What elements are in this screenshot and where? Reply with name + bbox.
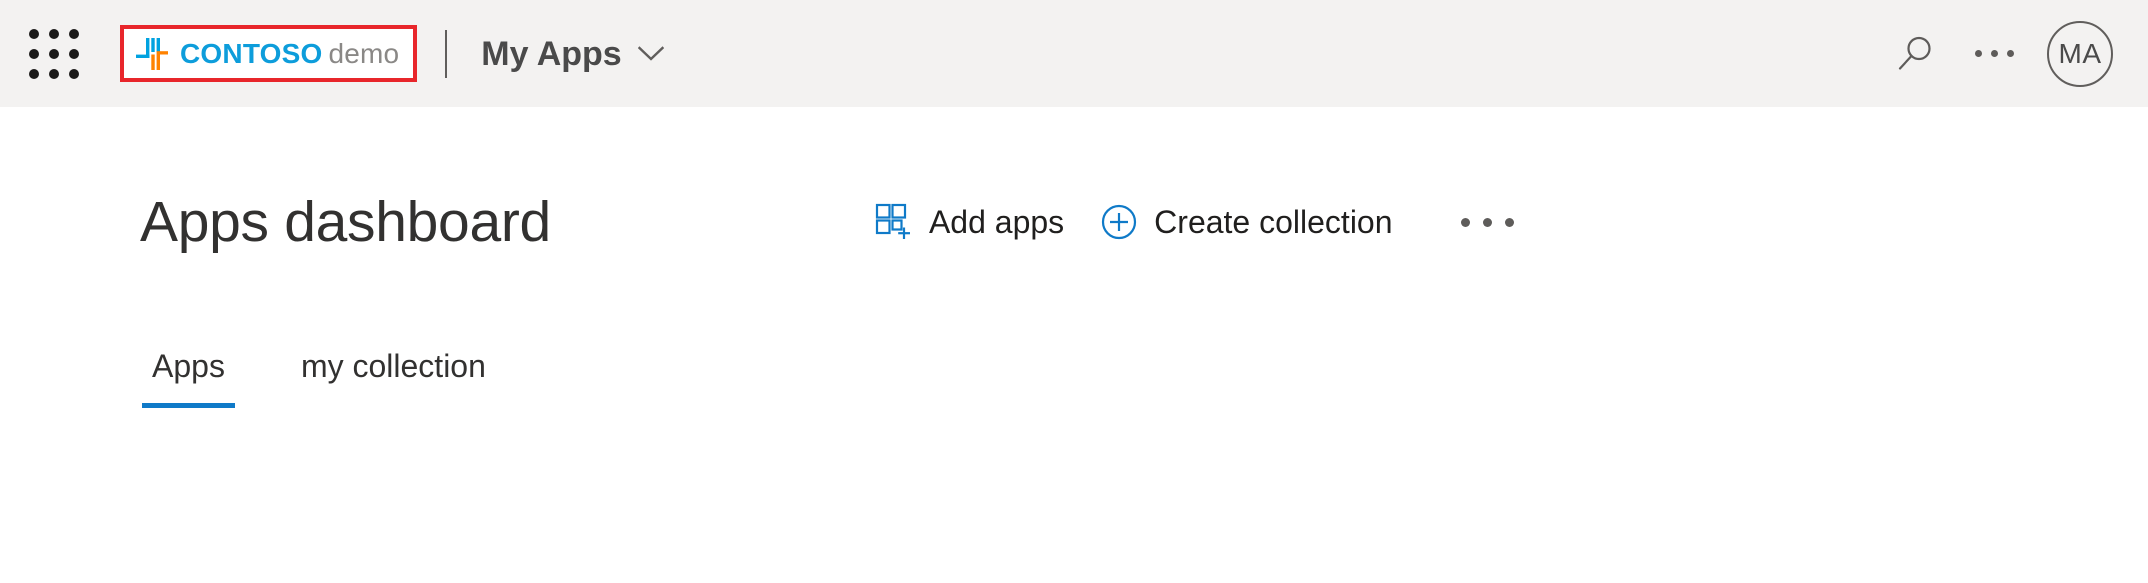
create-collection-button[interactable]: Create collection xyxy=(1082,197,1410,247)
app-launcher-waffle-icon xyxy=(28,28,79,79)
command-bar: Add apps Create collection xyxy=(857,197,1538,247)
contoso-logo-mark xyxy=(136,37,168,70)
tab-apps-label: Apps xyxy=(152,348,225,384)
page-title: Apps dashboard xyxy=(140,189,551,254)
add-apps-label: Add apps xyxy=(928,204,1065,240)
suite-header: CONTOSO demo My Apps MA xyxy=(0,0,2148,107)
create-collection-label: Create collection xyxy=(1154,204,1393,240)
search-icon xyxy=(1898,36,1931,70)
app-launcher-button[interactable] xyxy=(0,0,107,107)
brand-text: CONTOSO demo xyxy=(180,37,400,69)
header-more-button[interactable] xyxy=(1955,15,2033,93)
header-actions: MA xyxy=(1877,15,2148,93)
tab-strip: Apps my collection xyxy=(140,350,2148,408)
tab-apps[interactable]: Apps xyxy=(140,350,237,408)
tab-apps-underline xyxy=(142,403,235,408)
tab-my-collection-label: my collection xyxy=(300,348,486,384)
page-body: Apps dashboard Add apps Create collectio… xyxy=(0,162,2148,408)
header-divider xyxy=(445,29,448,78)
page-command-row: Apps dashboard Add apps Create collectio… xyxy=(140,162,2148,282)
app-name-label: My Apps xyxy=(481,34,622,73)
ellipsis-horizontal-icon xyxy=(1974,50,2014,57)
tab-my-collection[interactable]: my collection xyxy=(289,350,498,408)
avatar[interactable]: MA xyxy=(2047,20,2113,87)
brand-inner: CONTOSO demo xyxy=(134,33,399,75)
avatar-initials: MA xyxy=(2058,37,2102,69)
brand-logo-button[interactable]: CONTOSO demo xyxy=(120,25,418,82)
app-name-menu[interactable]: My Apps xyxy=(481,34,664,73)
brand-name-secondary: demo xyxy=(328,37,400,69)
add-apps-button[interactable]: Add apps xyxy=(857,197,1082,247)
search-button[interactable] xyxy=(1877,15,1955,93)
circle-plus-icon xyxy=(1102,204,1137,240)
chevron-down-icon xyxy=(637,45,664,61)
command-overflow-button[interactable] xyxy=(1437,198,1538,247)
brand-name-primary: CONTOSO xyxy=(180,37,323,69)
add-apps-grid-icon xyxy=(875,203,910,239)
